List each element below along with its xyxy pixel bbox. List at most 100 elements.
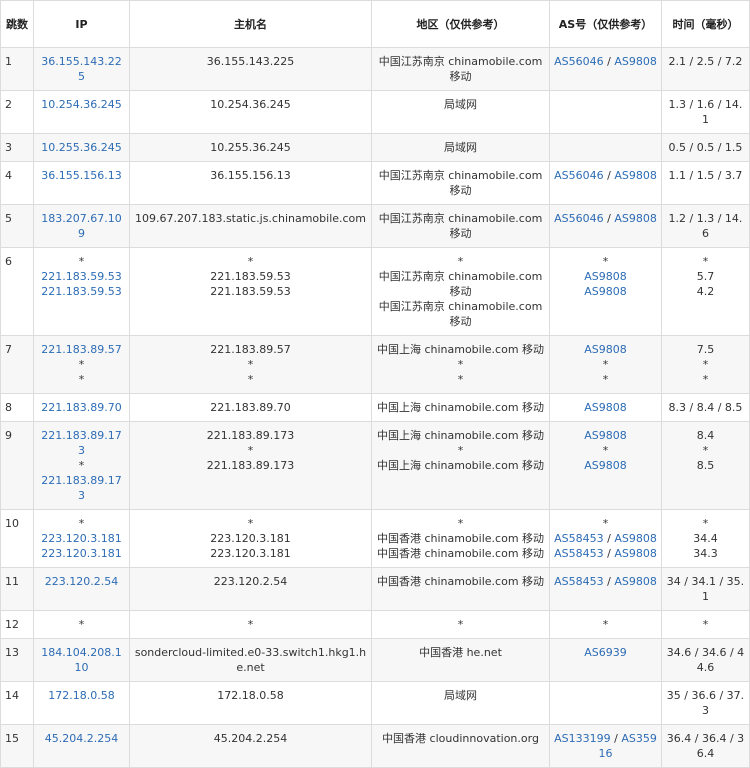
ip-cell: 10.255.36.245 (33, 133, 130, 162)
as-line: AS56046 / AS9808 (554, 211, 657, 226)
as-separator: / (603, 169, 615, 182)
table-row: 14 172.18.0.58 172.18.0.58 局域网 35 / 36.6 / 3… (0, 681, 750, 725)
as-link[interactable]: AS9808 (584, 343, 627, 356)
time-text: 34 / 34.1 / 35.1 (666, 575, 745, 603)
as-line: AS56046 / AS9808 (554, 54, 657, 69)
area-cell: * 中国香港 chinamobile.com 移动 中国香港 chinamobile… (371, 509, 550, 568)
ip-link[interactable]: 223.120.2.54 (38, 574, 125, 589)
as-link[interactable]: AS9808 (614, 169, 657, 182)
hop-number: 9 (0, 421, 34, 510)
ip-link[interactable]: 221.183.89.173 (38, 428, 125, 458)
as-line: * (554, 254, 657, 269)
ip-cell: 223.120.2.54 (33, 567, 130, 611)
as-link[interactable]: AS9808 (614, 212, 657, 225)
table-row: 8 221.183.89.70 221.183.89.70 中国上海 chinamob… (0, 393, 750, 422)
time-text: 7.5 (696, 343, 715, 356)
ip-empty: * (78, 358, 85, 371)
ip-link[interactable]: 223.120.3.181 (38, 531, 125, 546)
area-text: 中国江苏南京 chinamobile.com 移动 (378, 169, 543, 197)
ip-cell: 184.104.208.110 (33, 638, 130, 682)
as-link[interactable]: AS133199 (554, 732, 611, 745)
as-link[interactable]: AS9808 (584, 429, 627, 442)
as-link[interactable]: AS9808 (614, 532, 657, 545)
as-link[interactable]: AS56046 (554, 55, 604, 68)
time-text: 34.4 (693, 532, 718, 545)
ip-link[interactable]: 221.183.89.173 (38, 473, 125, 503)
ip-cell: 36.155.156.13 (33, 161, 130, 205)
hostname-cell: * 221.183.59.53 221.183.59.53 (129, 247, 372, 336)
ip-link[interactable]: 183.207.67.109 (38, 211, 125, 241)
ip-link[interactable]: 221.183.59.53 (38, 269, 125, 284)
time-text: 5.7 (696, 270, 715, 283)
time-cell: 0.5 / 0.5 / 1.5 (661, 133, 750, 162)
time-cell: 36.4 / 36.4 / 36.4 (661, 724, 750, 768)
ip-link[interactable]: 184.104.208.110 (38, 645, 125, 675)
table-row: 15 45.204.2.254 45.204.2.254 中国香港 cloudinno… (0, 724, 750, 768)
as-empty: * (602, 255, 609, 268)
area-text: 中国上海 chinamobile.com 移动 (376, 401, 545, 414)
as-cell: AS56046 / AS9808 (549, 47, 662, 91)
as-link[interactable]: AS9808 (584, 401, 627, 414)
hop-number: 2 (0, 90, 34, 134)
hostname-text: 45.204.2.254 (213, 732, 288, 745)
table-row: 7 221.183.89.57 * * 221.183.89.57 * * 中国上海 chin… (0, 335, 750, 394)
time-text: 4.2 (696, 285, 715, 298)
time-text: 34.3 (693, 547, 718, 560)
ip-link[interactable]: 172.18.0.58 (38, 688, 125, 703)
ip-cell: * 221.183.59.53 221.183.59.53 (33, 247, 130, 336)
ip-link[interactable]: 45.204.2.254 (38, 731, 125, 746)
header-host: 主机名 (129, 0, 372, 48)
as-link[interactable]: AS6939 (584, 646, 627, 659)
ip-link[interactable]: 36.155.143.225 (38, 54, 125, 84)
as-cell: AS133199 / AS35916 (549, 724, 662, 768)
as-line: * (554, 617, 657, 632)
hostname-cell: sondercloud-limited.e0-33.switch1.hkg1.h… (129, 638, 372, 682)
time-text: 36.4 / 36.4 / 36.4 (666, 732, 745, 760)
time-text: 35 / 36.6 / 37.3 (666, 689, 745, 717)
hostname-cell: 223.120.2.54 (129, 567, 372, 611)
as-link[interactable]: AS56046 (554, 169, 604, 182)
as-link[interactable]: AS58453 (554, 532, 604, 545)
as-line: AS9808 (554, 342, 657, 357)
as-link[interactable]: AS58453 (554, 547, 604, 560)
ip-link[interactable]: 221.183.59.53 (38, 284, 125, 299)
area-text: 中国香港 he.net (419, 646, 502, 659)
time-text: * (702, 517, 709, 530)
ip-cell: 221.183.89.173 * 221.183.89.173 (33, 421, 130, 510)
as-link[interactable]: AS9808 (614, 55, 657, 68)
ip-link[interactable]: 221.183.89.70 (38, 400, 125, 415)
as-link[interactable]: AS9808 (584, 285, 627, 298)
as-link[interactable]: AS56046 (554, 212, 604, 225)
as-link[interactable]: AS58453 (554, 575, 604, 588)
as-link[interactable]: AS9808 (584, 270, 627, 283)
time-cell: 8.3 / 8.4 / 8.5 (661, 393, 750, 422)
hostname-cell: 221.183.89.70 (129, 393, 372, 422)
as-link[interactable]: AS9808 (584, 459, 627, 472)
time-text: * (702, 618, 709, 631)
ip-link[interactable]: 221.183.89.57 (38, 342, 125, 357)
hop-number: 3 (0, 133, 34, 162)
as-line: AS133199 / AS35916 (554, 731, 657, 761)
ip-link[interactable]: 10.255.36.245 (38, 140, 125, 155)
area-cell: 局域网 (371, 90, 550, 134)
ip-link[interactable]: 10.254.36.245 (38, 97, 125, 112)
ip-cell: 45.204.2.254 (33, 724, 130, 768)
header-ip: IP (33, 0, 130, 48)
hostname-cell: 172.18.0.58 (129, 681, 372, 725)
time-text: 1.2 / 1.3 / 14.6 (668, 212, 743, 240)
area-cell: * (371, 610, 550, 639)
as-cell (549, 133, 662, 162)
as-cell: * (549, 610, 662, 639)
as-cell: AS9808 * AS9808 (549, 421, 662, 510)
ip-link[interactable]: 36.155.156.13 (38, 168, 125, 183)
time-text: * (702, 255, 709, 268)
ip-link[interactable]: 223.120.3.181 (38, 546, 125, 561)
hostname-text: 221.183.59.53 (210, 270, 291, 283)
area-cell: 中国上海 chinamobile.com 移动 * 中国上海 chinamobile… (371, 421, 550, 510)
hop-number: 8 (0, 393, 34, 422)
ip-cell: 172.18.0.58 (33, 681, 130, 725)
as-link[interactable]: AS9808 (614, 575, 657, 588)
table-row: 1 36.155.143.225 36.155.143.225 中国江苏南京 chin… (0, 47, 750, 91)
hop-number: 6 (0, 247, 34, 336)
as-link[interactable]: AS9808 (614, 547, 657, 560)
